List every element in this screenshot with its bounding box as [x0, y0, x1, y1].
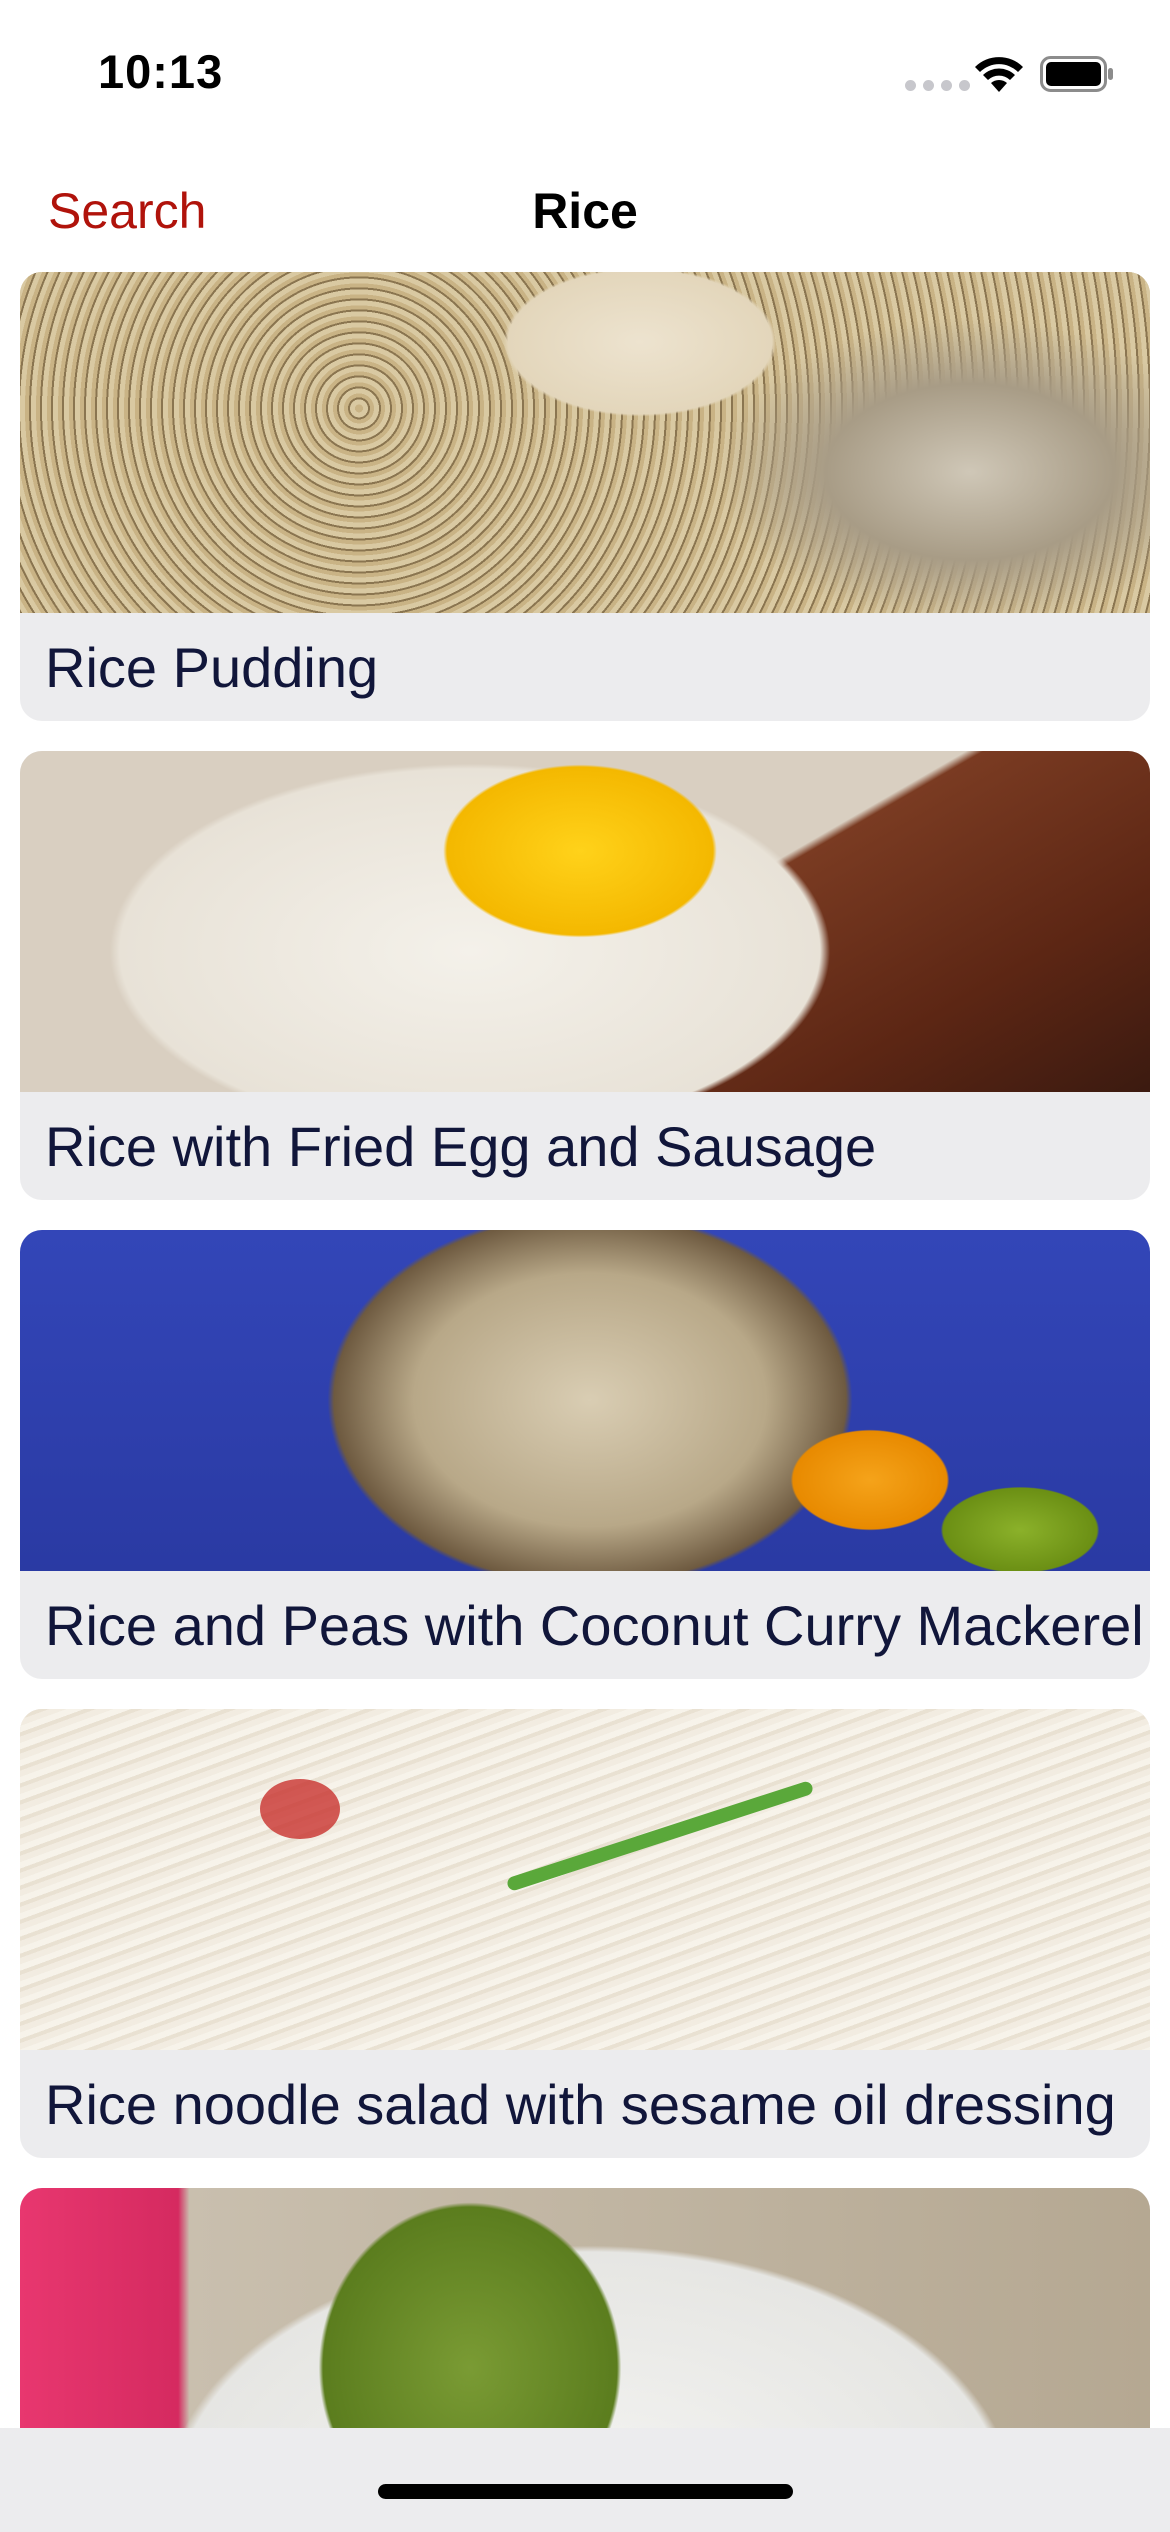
screen: 10:13 Rice Search Rice Pudding Rice with…: [0, 0, 1170, 2532]
status-time: 10:13: [98, 45, 224, 98]
navigation-bar: Rice Search: [0, 160, 1170, 270]
back-button-search[interactable]: Search: [48, 182, 206, 240]
battery-icon: [1040, 56, 1113, 92]
list-item[interactable]: Rice Pudding: [20, 272, 1150, 721]
recipe-image: [20, 1230, 1150, 1571]
recipe-image: [20, 272, 1150, 613]
recipe-image: [20, 2188, 1150, 2428]
list-item[interactable]: [20, 2188, 1150, 2428]
list-item[interactable]: Rice and Peas with Coconut Curry Mackere…: [20, 1230, 1150, 1679]
home-indicator-area: [0, 2428, 1170, 2532]
recipe-list[interactable]: Rice Pudding Rice with Fried Egg and Sau…: [20, 272, 1150, 2428]
cellular-signal-icon: [905, 80, 970, 91]
recipe-image: [20, 751, 1150, 1092]
recipe-title: Rice Pudding: [45, 635, 379, 699]
recipe-title: Rice with Fried Egg and Sausage: [45, 1114, 877, 1178]
list-item[interactable]: Rice with Fried Egg and Sausage: [20, 751, 1150, 1200]
home-indicator[interactable]: [378, 2484, 793, 2499]
wifi-icon: [975, 57, 1023, 92]
recipe-title: Rice and Peas with Coconut Curry Mackere…: [45, 1593, 1144, 1657]
recipe-title: Rice noodle salad with sesame oil dressi…: [45, 2072, 1116, 2136]
status-bar: 10:13: [0, 0, 1170, 150]
list-item[interactable]: Rice noodle salad with sesame oil dressi…: [20, 1709, 1150, 2158]
recipe-image: [20, 1709, 1150, 2050]
